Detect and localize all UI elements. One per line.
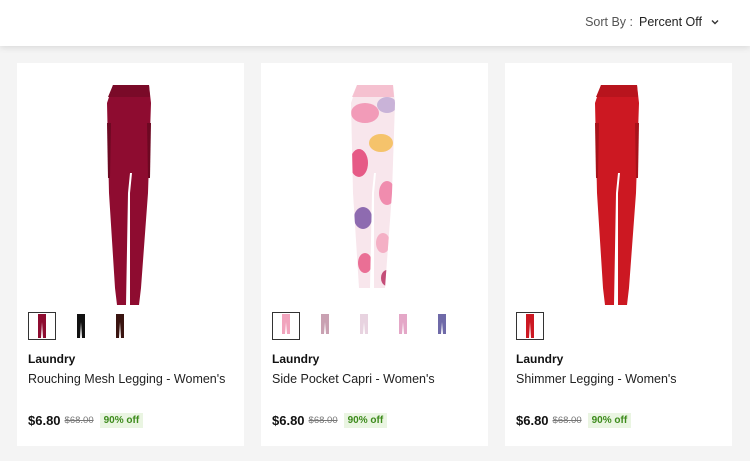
swatch-pink-floral[interactable] <box>272 312 300 340</box>
product-image[interactable] <box>505 83 732 308</box>
chevron-down-icon <box>711 20 719 25</box>
product-name[interactable]: Side Pocket Capri - Women's <box>272 372 435 386</box>
brand-name: Laundry <box>516 352 564 366</box>
price-row: $6.80 $68.00 90% off <box>272 413 388 428</box>
sale-price: $6.80 <box>28 413 61 428</box>
sale-price: $6.80 <box>272 413 305 428</box>
brand-name: Laundry <box>28 352 76 366</box>
product-card[interactable]: Laundry Side Pocket Capri - Women's $6.8… <box>261 63 488 446</box>
sort-value: Percent Off <box>639 15 702 29</box>
legging-figure <box>594 85 639 305</box>
color-swatches <box>516 312 544 340</box>
color-swatches <box>28 312 134 340</box>
sort-dropdown[interactable]: Sort By : Percent Off <box>585 15 720 29</box>
original-price: $68.00 <box>552 415 582 426</box>
sale-price: $6.80 <box>516 413 549 428</box>
original-price: $68.00 <box>64 415 94 426</box>
price-row: $6.80 $68.00 90% off <box>28 413 144 428</box>
capri-figure <box>350 85 395 288</box>
swatch-red[interactable] <box>516 312 544 340</box>
swatch-lilac[interactable] <box>350 312 378 340</box>
top-bar: Sort By : Percent Off <box>0 0 750 46</box>
color-swatches <box>272 312 456 340</box>
product-image[interactable] <box>17 83 244 308</box>
discount-badge: 90% off <box>587 413 632 428</box>
discount-badge: 90% off <box>99 413 144 428</box>
product-image[interactable] <box>261 83 488 308</box>
swatch-black[interactable] <box>67 312 95 340</box>
product-card[interactable]: Laundry Rouching Mesh Legging - Women's … <box>17 63 244 446</box>
swatch-rose[interactable] <box>389 312 417 340</box>
sort-label: Sort By : <box>585 15 633 29</box>
swatch-mauve[interactable] <box>311 312 339 340</box>
price-row: $6.80 $68.00 90% off <box>516 413 632 428</box>
product-grid: Laundry Rouching Mesh Legging - Women's … <box>17 63 732 446</box>
discount-badge: 90% off <box>343 413 388 428</box>
swatch-purple[interactable] <box>428 312 456 340</box>
product-name[interactable]: Shimmer Legging - Women's <box>516 372 677 386</box>
product-name[interactable]: Rouching Mesh Legging - Women's <box>28 372 225 386</box>
product-card[interactable]: Laundry Shimmer Legging - Women's $6.80 … <box>505 63 732 446</box>
original-price: $68.00 <box>308 415 338 426</box>
swatch-brown[interactable] <box>106 312 134 340</box>
swatch-red[interactable] <box>28 312 56 340</box>
legging-figure <box>106 85 151 305</box>
brand-name: Laundry <box>272 352 320 366</box>
